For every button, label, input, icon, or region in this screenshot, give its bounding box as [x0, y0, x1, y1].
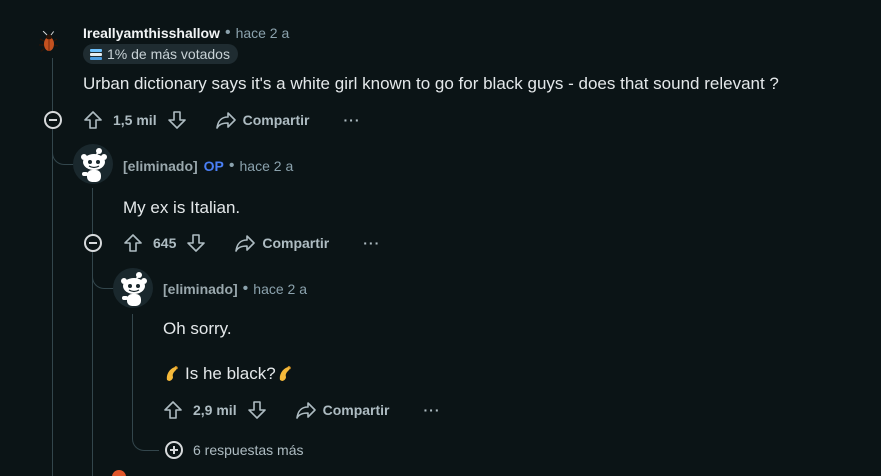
comment-header: [eliminado] OP • hace 2 a — [123, 157, 293, 175]
avatar[interactable] — [73, 144, 113, 184]
avatar[interactable] — [113, 268, 153, 308]
pinched-fingers-emoji-icon — [279, 366, 291, 381]
thread-line-level3[interactable] — [132, 314, 133, 426]
thread-elbow-level1 — [52, 128, 75, 165]
thread-elbow-level2 — [92, 252, 115, 289]
comment-body-text: Is he black? — [185, 364, 276, 383]
more-replies-button[interactable]: 6 respuestas más — [165, 441, 304, 459]
vote-count: 2,9 mil — [193, 402, 237, 418]
share-button[interactable]: Compartir — [295, 400, 390, 420]
separator-dot: • — [242, 280, 249, 297]
comment-body: My ex is Italian. — [123, 198, 241, 217]
downvote-icon — [247, 401, 266, 419]
more-options-button[interactable]: ··· — [424, 402, 441, 418]
comment-time[interactable]: hace 2 a — [253, 281, 307, 297]
share-icon — [235, 235, 256, 252]
separator-dot: • — [224, 24, 231, 41]
more-options-button[interactable]: ··· — [344, 112, 361, 128]
upvote-button[interactable] — [123, 233, 143, 253]
comment-actions: 645 Compartir ··· — [123, 227, 380, 259]
badge-label: 1% de más votados — [107, 46, 230, 62]
more-replies-label: 6 respuestas más — [193, 442, 304, 458]
avatar[interactable] — [36, 30, 60, 54]
upvote-icon — [164, 401, 182, 419]
share-button[interactable]: Compartir — [215, 110, 310, 130]
plus-circle-icon — [165, 441, 183, 459]
upvote-icon — [124, 234, 142, 252]
comment-author: [eliminado] — [123, 158, 198, 174]
share-label: Compartir — [242, 112, 310, 128]
upvote-icon — [84, 111, 102, 129]
snoo-avatar-icon — [81, 148, 107, 182]
comment-body-line: Oh sorry. — [163, 319, 232, 338]
avatar[interactable] — [112, 470, 126, 476]
cockroach-avatar-icon — [39, 30, 59, 53]
thread-line-level2[interactable] — [92, 188, 93, 476]
comment-body: Urban dictionary says it's a white girl … — [83, 74, 779, 93]
comment-author[interactable]: Ireallyamthisshallow — [83, 25, 220, 41]
vote-count: 1,5 mil — [113, 112, 157, 128]
share-icon — [295, 402, 316, 419]
share-label: Compartir — [322, 402, 390, 418]
collapse-thread-button[interactable] — [84, 234, 102, 252]
comment-header: Ireallyamthisshallow • hace 2 a — [83, 24, 289, 42]
comment-actions: 1,5 mil Compartir ··· — [83, 104, 361, 136]
comment-header: [eliminado] • hace 2 a — [163, 280, 307, 298]
share-icon — [215, 112, 236, 129]
downvote-button[interactable] — [186, 233, 206, 253]
share-button[interactable]: Compartir — [234, 233, 329, 253]
comment-actions: 2,9 mil Compartir ··· — [163, 394, 441, 426]
top-percent-icon — [90, 49, 102, 60]
downvote-button[interactable] — [247, 400, 267, 420]
pinched-fingers-emoji-icon — [166, 366, 178, 381]
more-options-button[interactable]: ··· — [363, 235, 380, 251]
vote-count: 645 — [153, 235, 177, 251]
comment-time[interactable]: hace 2 a — [236, 25, 290, 41]
downvote-button[interactable] — [167, 110, 187, 130]
downvote-icon — [167, 111, 186, 129]
separator-dot: • — [228, 157, 235, 174]
snoo-avatar-icon — [121, 272, 147, 306]
comment-author: [eliminado] — [163, 281, 238, 297]
comment-time[interactable]: hace 2 a — [240, 158, 294, 174]
top-comment-badge: 1% de más votados — [83, 44, 238, 64]
upvote-button[interactable] — [83, 110, 103, 130]
collapse-thread-button[interactable] — [44, 111, 62, 129]
comment-body-line: Is he black? — [163, 364, 296, 384]
comment-thread: Ireallyamthisshallow • hace 2 a 1% de má… — [0, 0, 881, 476]
upvote-button[interactable] — [163, 400, 183, 420]
downvote-icon — [187, 234, 206, 252]
op-badge: OP — [203, 158, 224, 174]
thread-elbow-more — [132, 420, 159, 451]
share-label: Compartir — [262, 235, 330, 251]
